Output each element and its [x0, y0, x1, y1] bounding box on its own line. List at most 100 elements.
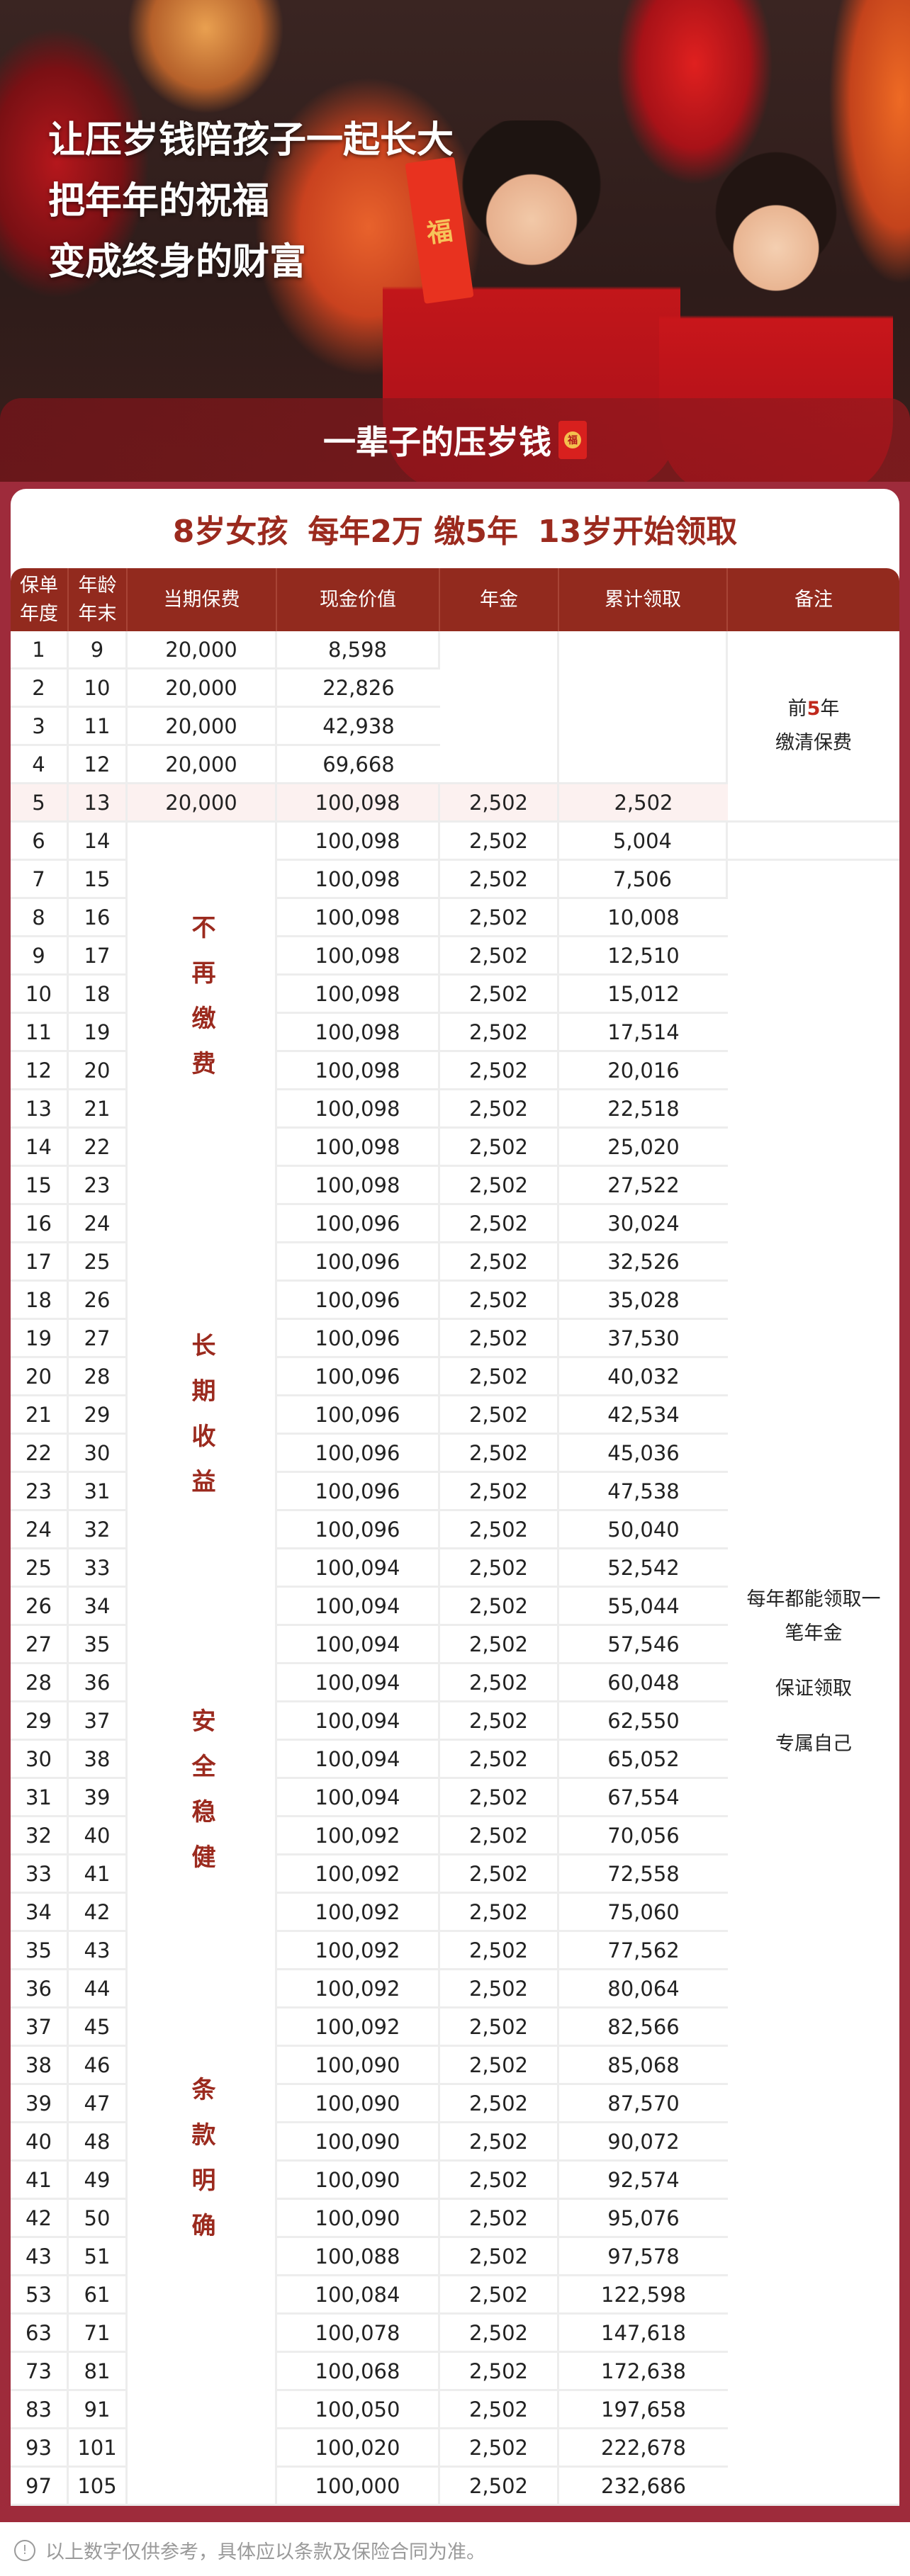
- cell-policy-year: 8: [11, 899, 69, 937]
- cell-age: 46: [69, 2047, 128, 2085]
- cell-cumulative: 25,020: [559, 1129, 728, 1167]
- cell-annuity: 2,502: [440, 1396, 559, 1435]
- cell-age: 37: [69, 1702, 128, 1741]
- cell-cash-value: 100,094: [277, 1779, 440, 1817]
- cell-cumulative: 77,562: [559, 1932, 728, 1970]
- cell-cash-value: 100,068: [277, 2353, 440, 2391]
- cell-cumulative: 50,040: [559, 1511, 728, 1549]
- cell-age: 105: [69, 2468, 128, 2506]
- cell-cash-value: 100,094: [277, 1588, 440, 1626]
- cell-policy-year: 4: [11, 746, 69, 784]
- cell-cash-value: 100,098: [277, 1014, 440, 1052]
- cell-age: 16: [69, 899, 128, 937]
- cell-age: 10: [69, 670, 128, 708]
- cell-cash-value: 100,094: [277, 1549, 440, 1588]
- cell-policy-year: 16: [11, 1205, 69, 1243]
- cell-policy-year: 25: [11, 1549, 69, 1588]
- cell-policy-year: 97: [11, 2468, 69, 2506]
- cell-annuity: 2,502: [440, 1817, 559, 1855]
- remark-paid-up: 前5年 缴清保费: [728, 631, 899, 823]
- cell-age: 43: [69, 1932, 128, 1970]
- cell-cumulative: 232,686: [559, 2468, 728, 2506]
- cell-policy-year: 34: [11, 1894, 69, 1932]
- cell-annuity: 2,502: [440, 784, 559, 823]
- cell-cash-value: 100,092: [277, 1894, 440, 1932]
- cell-age: 39: [69, 1779, 128, 1817]
- header-premium: 当期保费: [128, 568, 277, 631]
- header-label: 年金: [480, 588, 518, 611]
- cell-cash-value: 100,090: [277, 2085, 440, 2123]
- header-age: 年龄 年末: [69, 568, 128, 631]
- cell-policy-year: 26: [11, 1588, 69, 1626]
- cell-age: 81: [69, 2353, 128, 2391]
- header-label: 现金价值: [320, 588, 396, 611]
- cell-cumulative: 92,574: [559, 2162, 728, 2200]
- plan-summary: 8岁女孩 每年2万 缴5年 13岁开始领取: [11, 489, 899, 568]
- cell-cash-value: 22,826: [277, 670, 440, 708]
- cell-cash-value: 100,094: [277, 1702, 440, 1741]
- disclaimer-text: 以上数字仅供参考，具体应以条款及保险合同为准。: [45, 2541, 485, 2563]
- cell-age: 36: [69, 1664, 128, 1702]
- benefit-table: 保单 年度 年龄 年末 当期保费 现金价值 年金 累计领取 备注 1 9 20,000 8,598 前5…: [11, 568, 899, 2506]
- cell-cash-value: 100,094: [277, 1626, 440, 1664]
- cell-age: 50: [69, 2200, 128, 2238]
- cell-cash-value: 100,096: [277, 1473, 440, 1511]
- header-cash-value: 现金价值: [277, 568, 440, 631]
- summary-start: 13岁开始领取: [537, 514, 738, 550]
- envelope-fu-glyph: 福: [564, 431, 581, 448]
- header-annuity: 年金: [440, 568, 559, 631]
- cell-cumulative: 45,036: [559, 1435, 728, 1473]
- cell-premium: 20,000: [128, 784, 277, 823]
- cell-age: 24: [69, 1205, 128, 1243]
- cell-cumulative: 35,028: [559, 1282, 728, 1320]
- cell-policy-year: 93: [11, 2429, 69, 2468]
- cell-annuity: 2,502: [440, 1588, 559, 1626]
- slogan-line-2: 把年年的祝福: [48, 180, 270, 222]
- cell-cumulative: 197,658: [559, 2391, 728, 2429]
- cell-cumulative: 57,546: [559, 1626, 728, 1664]
- cell-policy-year: 36: [11, 1970, 69, 2009]
- cell-cash-value: 100,098: [277, 1052, 440, 1090]
- cell-cumulative: 40,032: [559, 1358, 728, 1396]
- cell-policy-year: 18: [11, 1282, 69, 1320]
- cell-age: 38: [69, 1741, 128, 1779]
- header-label: 年末: [78, 602, 117, 625]
- cell-cumulative: 47,538: [559, 1473, 728, 1511]
- cell-premium: 20,000: [128, 708, 277, 746]
- cell-policy-year: 73: [11, 2353, 69, 2391]
- hero-banner: 福 让压岁钱陪孩子一起长大 把年年的祝福 变成终身的财富 一辈子的压岁钱 福: [0, 0, 910, 482]
- cell-annuity: 2,502: [440, 861, 559, 899]
- cell-policy-year: 37: [11, 2009, 69, 2047]
- cell-cash-value: 100,050: [277, 2391, 440, 2429]
- cell-age: 32: [69, 1511, 128, 1549]
- header-label: 备注: [794, 588, 833, 611]
- cell-cumulative: 52,542: [559, 1549, 728, 1588]
- header-label: 年度: [20, 602, 58, 625]
- cell-policy-year: 43: [11, 2238, 69, 2276]
- cell-annuity: 2,502: [440, 1320, 559, 1358]
- cell-policy-year: 30: [11, 1741, 69, 1779]
- cell-cumulative: 20,016: [559, 1052, 728, 1090]
- header-label: 保单: [20, 574, 58, 597]
- cell-cumulative: 72,558: [559, 1855, 728, 1894]
- remark-block: 专属自己: [728, 1727, 899, 1761]
- cell-cumulative: 2,502: [559, 784, 728, 823]
- remark-text: 前: [787, 697, 807, 720]
- cell-age: 33: [69, 1549, 128, 1588]
- cell-cash-value: 100,092: [277, 1817, 440, 1855]
- cell-cash-value: 100,000: [277, 2468, 440, 2506]
- cell-age: 18: [69, 976, 128, 1014]
- cell-age: 19: [69, 1014, 128, 1052]
- cell-policy-year: 32: [11, 1817, 69, 1855]
- cell-cumulative: 7,506: [559, 861, 728, 899]
- cell-age: 20: [69, 1052, 128, 1090]
- cell-premium: 20,000: [128, 670, 277, 708]
- cell-annuity: 2,502: [440, 1358, 559, 1396]
- table-row: 6 14 不再缴费 长期收益 安全稳健 条款明确 100,098 2,502 5,004: [11, 823, 899, 2506]
- cell-policy-year: 31: [11, 1779, 69, 1817]
- cell-policy-year: 19: [11, 1320, 69, 1358]
- cell-cash-value: 42,938: [277, 708, 440, 746]
- cell-age: 40: [69, 1817, 128, 1855]
- cell-annuity: 2,502: [440, 2353, 559, 2391]
- cell-cash-value: 100,092: [277, 1855, 440, 1894]
